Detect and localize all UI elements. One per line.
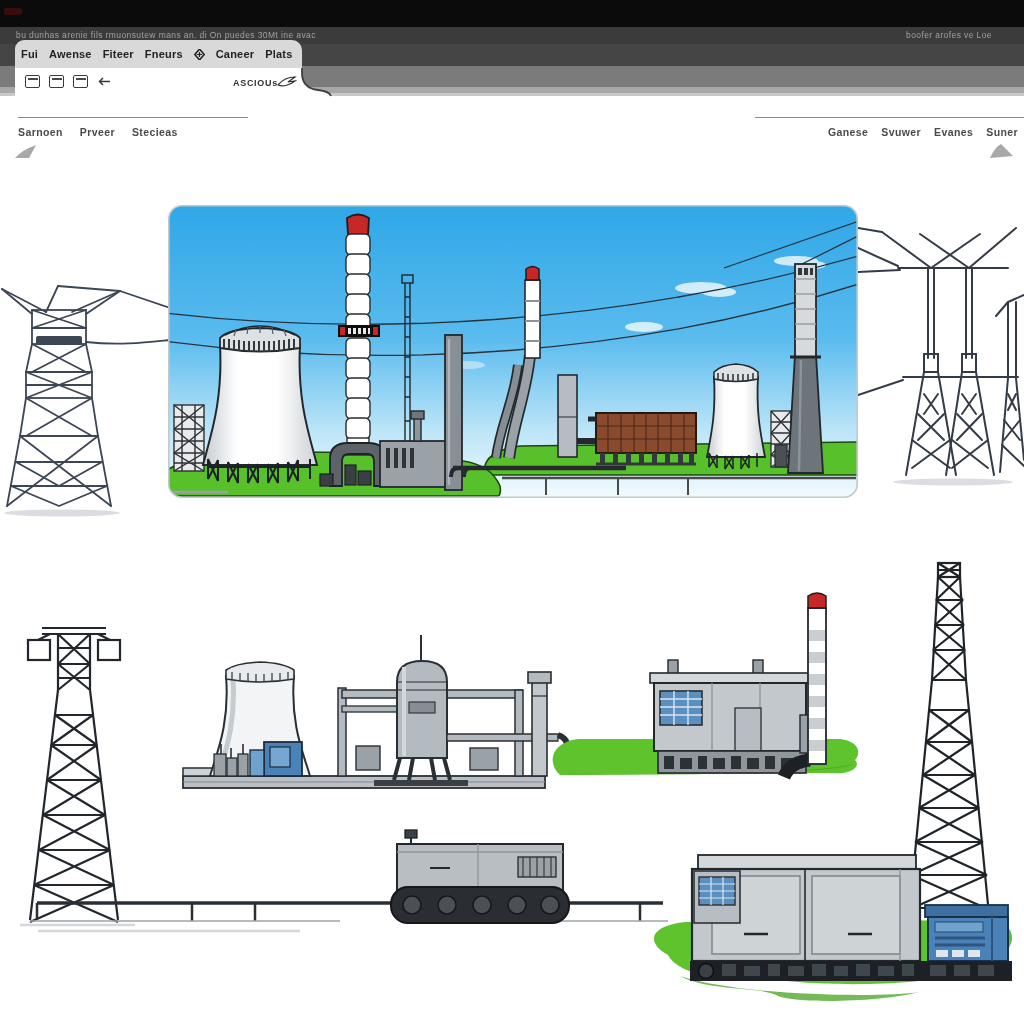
send-icon[interactable] [277, 75, 297, 89]
menu-item[interactable]: Plats [265, 48, 292, 60]
nav-left: Sarnoen Prveer Stecieas [18, 126, 178, 138]
toolbar-tab [0, 67, 1024, 97]
transmission-tower-right [858, 210, 1024, 500]
nav-item[interactable]: Ganese [828, 126, 868, 138]
nav-item[interactable]: Evanes [934, 126, 973, 138]
transformer-hall [690, 855, 922, 981]
turbine-building [650, 660, 822, 773]
nav-divider-left [18, 117, 248, 118]
nav-item[interactable]: Prveer [80, 126, 115, 138]
copy-icon[interactable] [73, 75, 88, 88]
swoosh-arrow-left-icon[interactable] [14, 143, 40, 160]
tracked-vehicle [391, 830, 569, 923]
menu-item[interactable]: Fiteer [103, 48, 134, 60]
menu-item[interactable]: Awense [49, 48, 92, 60]
nav-item[interactable]: Stecieas [132, 126, 178, 138]
window-badge [4, 8, 22, 15]
titlebar-text-left: bu dunhas arenie fils rmuonsutew mans an… [16, 30, 316, 40]
titlebar-text-right: boofer arofes ve Loe [906, 30, 992, 40]
capped-pipe [528, 672, 551, 776]
nav-right: Ganese Svuwer Evanes Suner [828, 126, 1018, 138]
hero-illustration [168, 205, 858, 498]
swoosh-arrow-right-icon[interactable] [988, 143, 1014, 160]
back-arrow-icon[interactable] [97, 76, 112, 87]
control-cabinet [922, 905, 1012, 981]
grid-icon[interactable] [49, 75, 64, 88]
nav-divider-right [755, 117, 1024, 118]
menu-diamond-icon[interactable] [194, 49, 205, 60]
nav-item[interactable]: Svuwer [881, 126, 921, 138]
address-label[interactable]: ASCIOUs [233, 78, 278, 88]
menu-bar: Fui Awense Fiteer Fneurs Caneer Plats [21, 48, 293, 60]
menu-item[interactable]: Fui [21, 48, 38, 60]
window-icon[interactable] [25, 75, 40, 88]
menu-item[interactable]: Fneurs [145, 48, 183, 60]
pipeline-rail [30, 903, 668, 921]
nav-item[interactable]: Suner [986, 126, 1018, 138]
technical-diagram [0, 530, 1024, 1024]
toolbar-icons [25, 75, 112, 88]
window-titlebar [0, 0, 1024, 27]
menu-item[interactable]: Caneer [216, 48, 255, 60]
lattice-tower-left [28, 628, 120, 922]
nav-item[interactable]: Sarnoen [18, 126, 63, 138]
cooling-tower-diagram [210, 662, 310, 776]
transmission-tower-left [0, 280, 170, 525]
